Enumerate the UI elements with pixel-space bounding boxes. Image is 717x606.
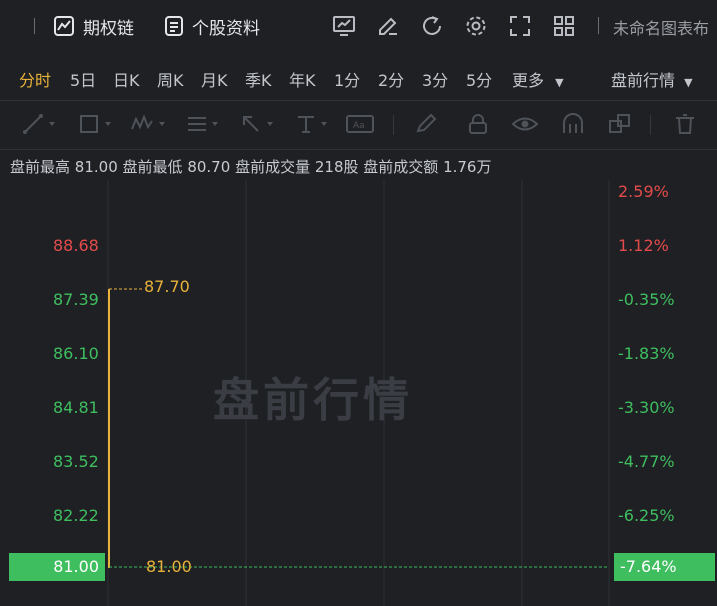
current-price-tag: 81.00 bbox=[9, 553, 105, 581]
last-point-label: 81.00 bbox=[146, 557, 192, 576]
price-line-chart bbox=[108, 288, 609, 568]
current-pct-tag: -7.64% bbox=[614, 553, 715, 581]
high-point-label: 87.70 bbox=[144, 277, 190, 296]
